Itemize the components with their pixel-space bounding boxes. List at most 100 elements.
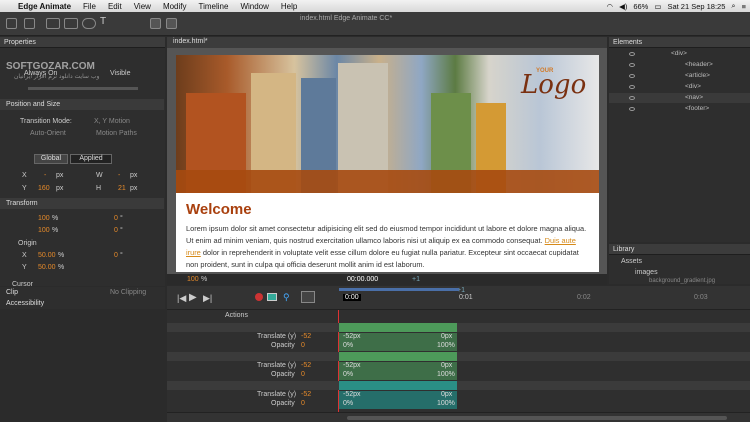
motion-paths-option[interactable]: Motion Paths	[96, 130, 137, 137]
eye-icon[interactable]	[629, 96, 635, 100]
go-to-start-icon[interactable]: |◀	[177, 293, 186, 304]
position-size-section[interactable]: Position and Size	[0, 99, 164, 110]
transition-mode-label: Transition Mode:	[20, 118, 72, 125]
welcome-heading[interactable]: Welcome	[186, 201, 252, 218]
menu-help[interactable]: Help	[275, 2, 303, 11]
clipping-tool-icon[interactable]	[46, 18, 60, 29]
menu-window[interactable]: Window	[234, 2, 274, 11]
translate-y-value[interactable]: -52	[301, 391, 311, 398]
transform-section[interactable]: Transform	[0, 198, 164, 209]
eye-icon[interactable]	[629, 63, 635, 67]
h-unit[interactable]: px	[130, 185, 137, 192]
rotate-unit: °	[120, 215, 123, 222]
easing-icon[interactable]	[301, 291, 315, 303]
xy-motion-option[interactable]: X, Y Motion	[94, 118, 130, 125]
text-tool-icon[interactable]: T	[100, 16, 112, 27]
wifi-icon[interactable]: ◠	[607, 2, 614, 11]
search-icon[interactable]: ⌕	[731, 1, 735, 11]
opacity-end: 100%	[437, 400, 455, 407]
element-track[interactable]	[167, 323, 750, 332]
visible-label[interactable]: Visible	[110, 70, 131, 77]
menu-view[interactable]: View	[128, 2, 157, 11]
ellipse-tool-icon[interactable]	[82, 18, 96, 29]
eye-icon[interactable]	[629, 85, 635, 89]
origin-label: Origin	[18, 240, 37, 247]
opacity-value[interactable]: 0	[301, 400, 305, 407]
auto-transition-icon[interactable]	[267, 293, 277, 301]
current-time[interactable]: 00:00.000	[347, 276, 378, 283]
translate-y-value[interactable]: -52	[301, 333, 311, 340]
scale-y-value[interactable]: 100	[38, 227, 50, 234]
element-track[interactable]	[167, 352, 750, 361]
opacity-value[interactable]: 0	[301, 371, 305, 378]
skew-value[interactable]: 0	[114, 227, 118, 234]
opacity-label: Opacity	[271, 342, 295, 349]
time-marker-0[interactable]: 0:00	[343, 294, 361, 301]
w-unit[interactable]: px	[130, 172, 137, 179]
assets-label[interactable]: Assets	[621, 258, 642, 265]
clip-value[interactable]: No Clipping	[110, 289, 146, 296]
track-bar[interactable]	[339, 352, 457, 361]
scale-x-value[interactable]: 100	[38, 215, 50, 222]
translate-y-value[interactable]: -52	[301, 362, 311, 369]
tab-index-html[interactable]: index.html*	[173, 38, 208, 45]
select-tool-icon[interactable]	[6, 18, 17, 29]
menu-modify[interactable]: Modify	[157, 2, 193, 11]
list-icon[interactable]: ≡	[742, 2, 746, 11]
rectangle-tool-icon[interactable]	[64, 18, 78, 29]
w-label: W	[96, 172, 103, 179]
color-stroke-icon[interactable]	[166, 18, 177, 29]
skew-unit: °	[120, 227, 123, 234]
accessibility-section[interactable]: Accessibility	[0, 298, 165, 309]
always-on-label[interactable]: Always On	[24, 70, 57, 77]
eye-icon[interactable]	[629, 52, 635, 56]
track-bar[interactable]	[339, 323, 457, 332]
rotation-value[interactable]: 0	[114, 252, 118, 259]
opacity-slider[interactable]	[28, 87, 138, 90]
h-value[interactable]: 21	[118, 185, 126, 192]
w-value[interactable]: -	[118, 172, 120, 179]
zoom-unit: %	[201, 276, 208, 283]
auto-orient-option[interactable]: Auto-Orient	[30, 130, 66, 137]
origin-x-label: X	[22, 252, 27, 259]
battery-percent[interactable]: 66%	[633, 2, 648, 11]
global-toggle[interactable]: Global	[34, 154, 68, 164]
menu-file[interactable]: File	[77, 2, 102, 11]
body-paragraph[interactable]: Lorem ipsum dolor sit amet consectetur a…	[186, 223, 592, 271]
element-track[interactable]	[167, 381, 750, 390]
asset-file[interactable]: background_gradient.jpg	[649, 278, 715, 284]
actions-label[interactable]: Actions	[225, 312, 248, 319]
logo[interactable]: Logo	[521, 70, 586, 100]
timeline-scrollbar[interactable]	[347, 416, 727, 420]
timeline-panel: |◀ ▶ ▶| ⚲ 0:00 0:01 0:02 0:03 +1 Actions…	[167, 286, 750, 422]
auto-keyframe-icon[interactable]	[255, 293, 263, 301]
origin-y-value[interactable]: 50.00	[38, 264, 56, 271]
origin-x-value[interactable]: 50.00	[38, 252, 56, 259]
rotate-value[interactable]: 0	[114, 215, 118, 222]
menu-timeline[interactable]: Timeline	[193, 2, 235, 11]
y-unit[interactable]: px	[56, 185, 63, 192]
menu-edit[interactable]: Edit	[102, 2, 128, 11]
applied-toggle[interactable]: Applied	[70, 154, 112, 164]
images-folder[interactable]: images	[635, 269, 658, 276]
eye-icon[interactable]	[629, 107, 635, 111]
go-to-end-icon[interactable]: ▶|	[203, 293, 212, 304]
y-value[interactable]: 160	[38, 185, 50, 192]
x-value[interactable]: -	[44, 172, 46, 179]
eye-icon[interactable]	[629, 74, 635, 78]
track-bar[interactable]	[339, 381, 457, 390]
playhead-range[interactable]	[339, 288, 459, 291]
opacity-start: 0%	[343, 371, 354, 378]
app-menu[interactable]: Edge Animate	[12, 2, 77, 11]
translate-end: 0px	[441, 333, 453, 340]
zoom-value[interactable]: 100	[187, 276, 199, 283]
composition-page[interactable]: YOUR Logo Welcome Lorem ipsum dolor sit …	[176, 55, 599, 272]
transform-tool-icon[interactable]	[24, 18, 35, 29]
volume-icon[interactable]: ◀)	[619, 2, 627, 11]
clock[interactable]: Sat 21 Sep 18:25	[667, 2, 725, 11]
play-icon[interactable]: ▶	[189, 292, 197, 303]
color-fill-icon[interactable]	[150, 18, 161, 29]
x-unit[interactable]: px	[56, 172, 63, 179]
pin-icon[interactable]: ⚲	[283, 292, 290, 303]
opacity-value[interactable]: 0	[301, 342, 305, 349]
